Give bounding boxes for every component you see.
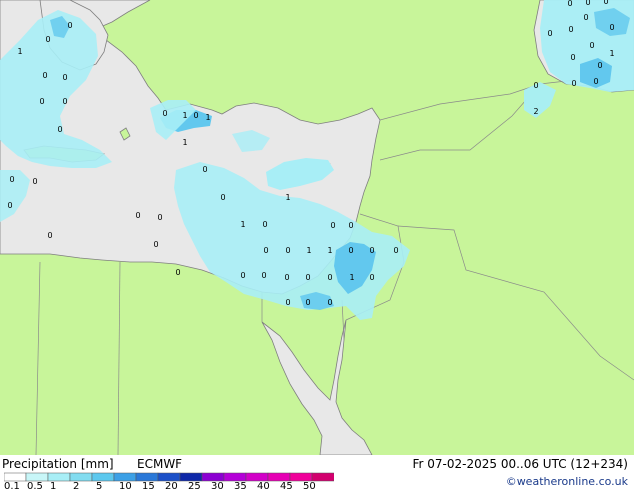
- color-scale-tick: 15: [142, 481, 155, 492]
- color-scale-segment: [223, 472, 247, 482]
- precip-value-label: 0: [162, 109, 167, 118]
- color-scale-segment: [157, 472, 181, 482]
- precip-value-label: 0: [32, 177, 37, 186]
- precip-value-label: 0: [547, 29, 552, 38]
- precip-value-label: 0: [7, 201, 12, 210]
- precip-value-label: 1: [182, 111, 187, 120]
- precip-value-label: 0: [571, 79, 576, 88]
- color-scale-tick: 0.5: [27, 481, 43, 492]
- precip-value-label: 0: [193, 111, 198, 120]
- precip-value-label: 0: [285, 298, 290, 307]
- precip-value-label: 0: [348, 221, 353, 230]
- precip-value-label: 0: [567, 0, 572, 8]
- color-scale-tick: 0.1: [4, 481, 20, 492]
- precip-value-label: 0: [589, 41, 594, 50]
- color-scale-segment: [289, 472, 313, 482]
- precip-value-label: 0: [220, 193, 225, 202]
- precip-value-label: 0: [202, 165, 207, 174]
- precip-value-label: 0: [348, 246, 353, 255]
- color-scale-tick: 50: [303, 481, 316, 492]
- precip-value-label: 0: [47, 231, 52, 240]
- precip-value-label: 0: [585, 0, 590, 7]
- color-scale-segment: [47, 472, 71, 482]
- precip-value-label: 0: [597, 61, 602, 70]
- color-scale-segment: [113, 472, 137, 482]
- precip-value-label: 0: [175, 268, 180, 277]
- precip-value-label: 0: [284, 273, 289, 282]
- precip-value-label: 0: [583, 13, 588, 22]
- color-scale-tick: 40: [257, 481, 270, 492]
- precip-value-label: 0: [262, 220, 267, 229]
- precip-value-label: 0: [533, 81, 538, 90]
- precip-value-label: 0: [593, 77, 598, 86]
- precip-value-label: 1: [306, 246, 311, 255]
- precip-value-label: 0: [9, 175, 14, 184]
- precipitation-map: 0010 00 000 1 0 110 0000 10 01 0 0 0000 0 1 1 0 0 00 0 0 0 0 0…: [0, 0, 634, 455]
- precip-value-label: 0: [57, 125, 62, 134]
- model-name: ECMWF: [137, 457, 183, 471]
- precip-value-label: 0: [42, 71, 47, 80]
- precip-value-label: 0: [153, 240, 158, 249]
- precip-value-label: 0: [157, 213, 162, 222]
- color-scale-segment: [4, 472, 27, 482]
- run-info: Fr 07-02-2025 00..06 UTC (12+234): [412, 457, 628, 471]
- color-scale-segment: [267, 472, 291, 482]
- precip-value-label: 0: [305, 273, 310, 282]
- precip-value-label: 0: [285, 246, 290, 255]
- precip-value-label: 0: [45, 35, 50, 44]
- color-scale-tick: 5: [96, 481, 103, 492]
- color-scale-arrow: [330, 473, 334, 481]
- color-scale-segment: [135, 472, 159, 482]
- color-scale-segment: [245, 472, 269, 482]
- precip-value-label: 1: [182, 138, 187, 147]
- legend-title: Precipitation [mm]: [2, 457, 114, 471]
- color-scale-tick: 2: [73, 481, 80, 492]
- precip-value-label: 0: [240, 271, 245, 280]
- color-scale-segment: [201, 472, 225, 482]
- color-scale-segment: [25, 472, 49, 482]
- precip-value-label: 1: [17, 47, 22, 56]
- color-scale-segment: [91, 472, 115, 482]
- precip-value-label: 1: [609, 49, 614, 58]
- precip-value-label: 0: [305, 298, 310, 307]
- precip-value-label: 0: [263, 246, 268, 255]
- precip-value-label: 0: [603, 0, 608, 6]
- precip-value-label: 0: [568, 25, 573, 34]
- precip-value-label: 0: [393, 246, 398, 255]
- precip-value-label: 1: [240, 220, 245, 229]
- color-scale-tick: 20: [165, 481, 178, 492]
- precip-value-label: 0: [327, 273, 332, 282]
- precip-value-label: 0: [261, 271, 266, 280]
- precip-value-label: 1: [349, 273, 354, 282]
- precip-value-label: 1: [327, 246, 332, 255]
- precip-value-label: 0: [62, 97, 67, 106]
- precip-value-label: 0: [62, 73, 67, 82]
- precip-value-label: 0: [330, 221, 335, 230]
- color-scale-tick: 1: [50, 481, 57, 492]
- precip-value-label: 2: [533, 107, 538, 116]
- legend-bar: Precipitation [mm] ECMWF Fr 07-02-2025 0…: [0, 455, 634, 492]
- precip-value-label: 0: [369, 273, 374, 282]
- precip-value-label: 0: [39, 97, 44, 106]
- precip-value-label: 1: [205, 113, 210, 122]
- precip-value-label: 0: [609, 23, 614, 32]
- precip-value-label: 0: [369, 246, 374, 255]
- precip-value-label: 1: [285, 193, 290, 202]
- color-scale-tick: 30: [211, 481, 224, 492]
- color-scale-tick: 25: [188, 481, 201, 492]
- precip-value-label: 0: [67, 21, 72, 30]
- color-scale-segment: [69, 472, 93, 482]
- precip-value-label: 0: [327, 298, 332, 307]
- precip-value-label: 0: [570, 53, 575, 62]
- color-scale-segment: [179, 472, 203, 482]
- color-scale-tick: 45: [280, 481, 293, 492]
- credit-link[interactable]: ©weatheronline.co.uk: [506, 475, 628, 488]
- color-scale-tick: 35: [234, 481, 247, 492]
- color-scale-tick: 10: [119, 481, 132, 492]
- precip-value-label: 0: [135, 211, 140, 220]
